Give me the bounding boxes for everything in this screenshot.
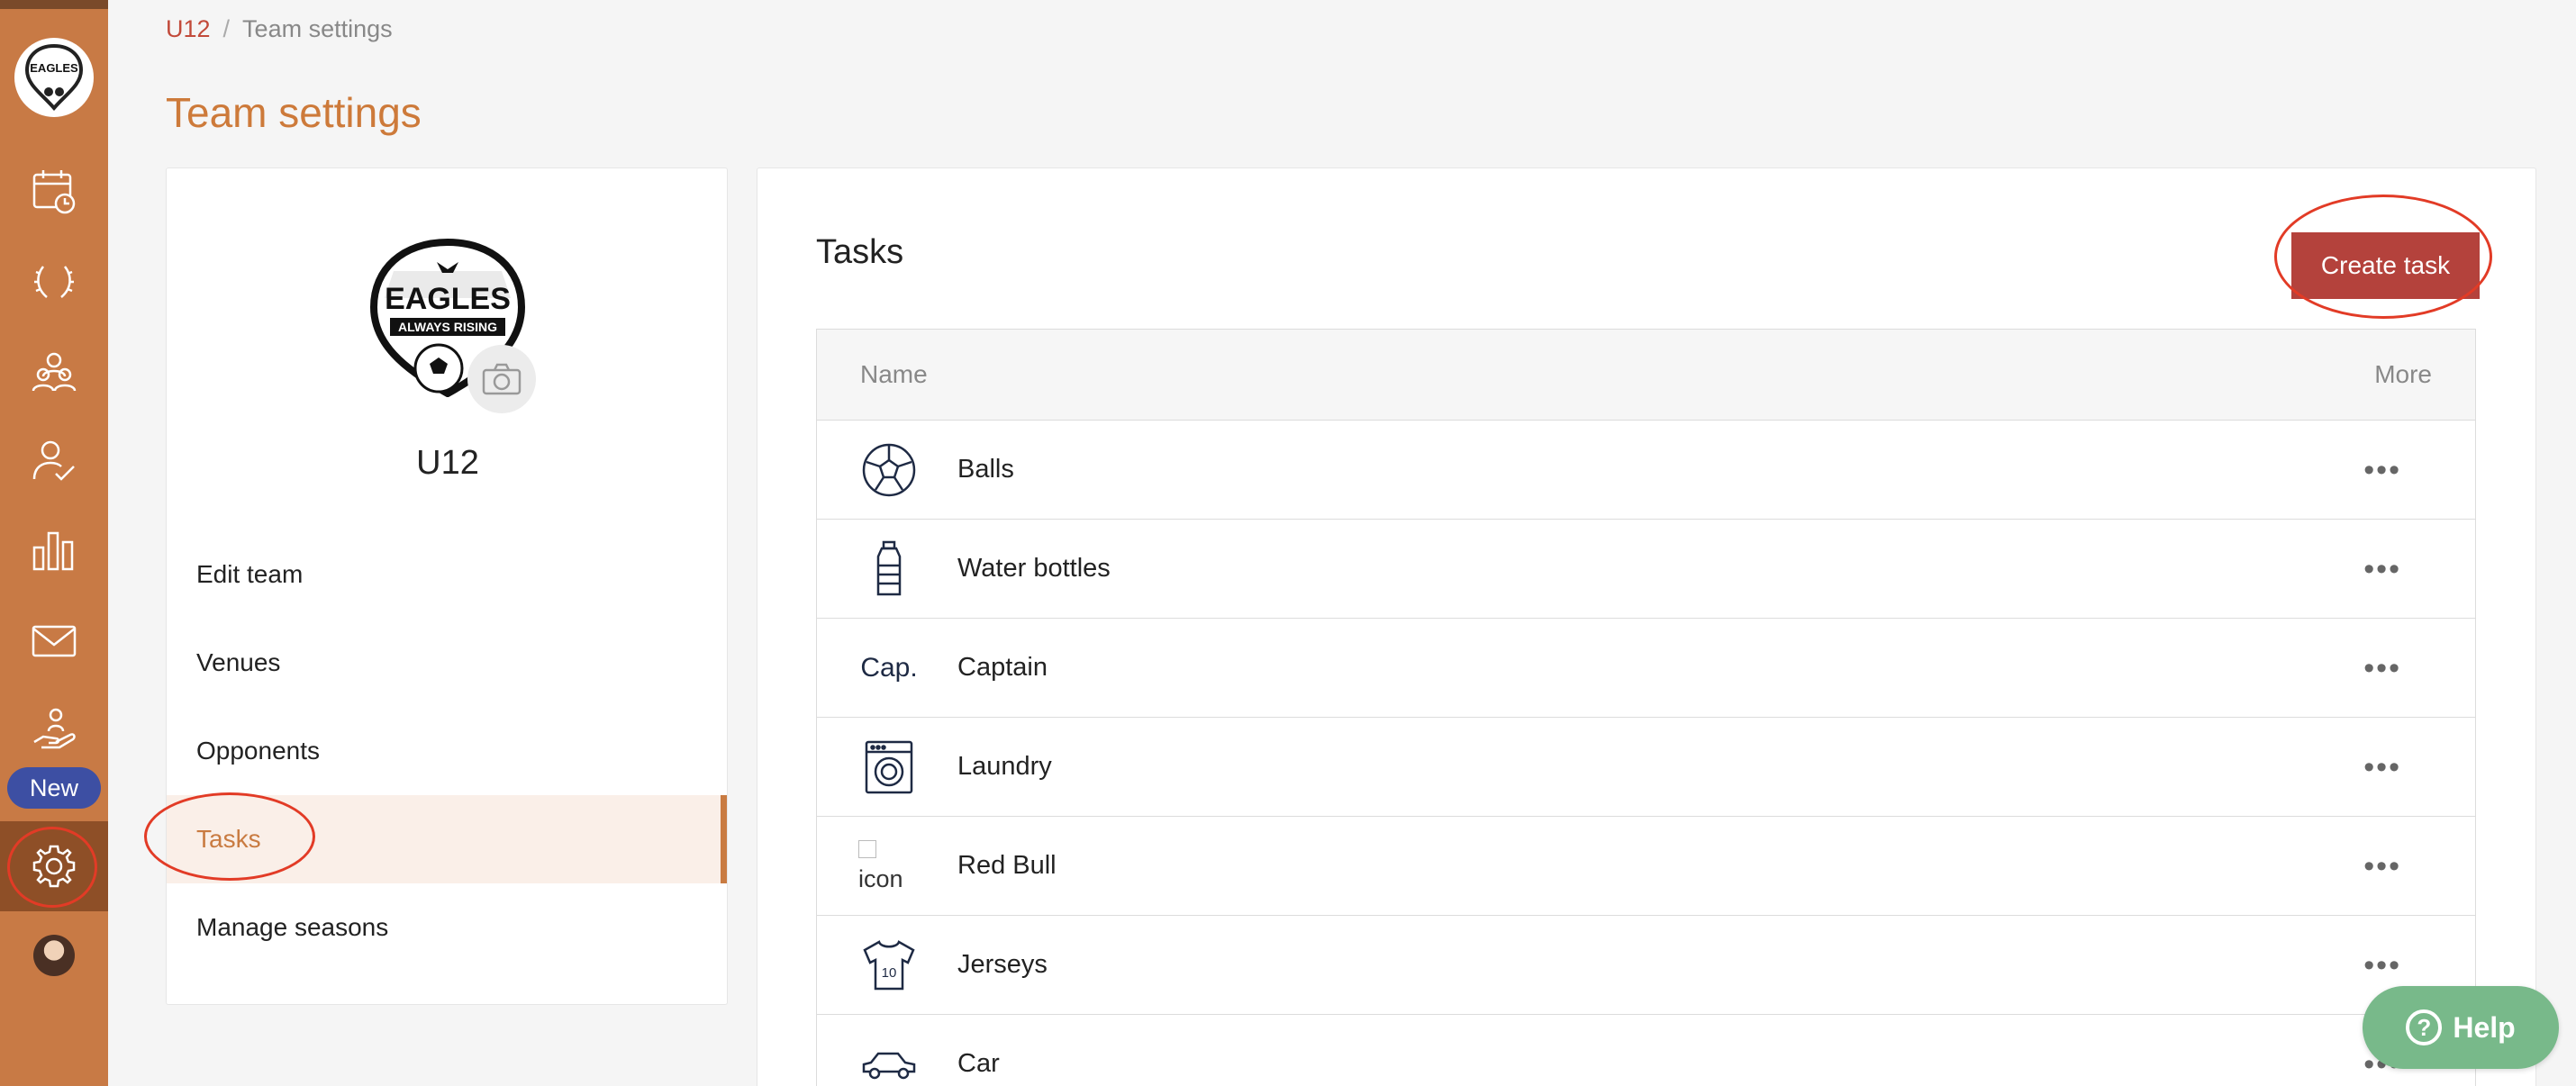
table-row[interactable]: Laundry ••• (817, 718, 2475, 817)
team-members-icon[interactable] (27, 344, 81, 398)
camera-icon (482, 363, 522, 395)
column-name: Name (860, 360, 928, 388)
tasks-table: Name More Balls ••• Water bottles ••• Ca… (816, 329, 2476, 1086)
tasks-title: Tasks (816, 233, 904, 271)
task-name: Water bottles (957, 554, 1111, 583)
badge-text: EAGLES (385, 282, 511, 316)
breadcrumb-team-link[interactable]: U12 (166, 15, 211, 42)
volunteer-hand-icon[interactable] (27, 702, 81, 756)
washing-machine-icon (858, 737, 920, 798)
svg-text:EAGLES: EAGLES (30, 61, 78, 75)
broken-image-icon: icon (858, 836, 920, 897)
new-badge[interactable]: New (7, 767, 101, 809)
stats-chart-icon[interactable] (27, 524, 81, 578)
mail-icon[interactable] (27, 614, 81, 668)
column-more: More (2374, 360, 2432, 388)
menu-opponents[interactable]: Opponents (167, 707, 727, 795)
water-bottle-icon (858, 538, 920, 600)
tasks-panel: Tasks Create task Name More Balls ••• Wa… (757, 167, 2536, 1086)
ball-icon (858, 439, 920, 501)
menu-edit-team[interactable]: Edit team (167, 530, 727, 619)
page-title: Team settings (166, 89, 422, 136)
svg-text:10: 10 (882, 965, 897, 981)
table-row[interactable]: icon Red Bull ••• (817, 817, 2475, 916)
calendar-clock-icon[interactable] (27, 164, 81, 218)
team-name: U12 (416, 444, 479, 482)
breadcrumb: U12 / Team settings (166, 15, 393, 43)
help-question-icon: ? (2406, 1009, 2443, 1045)
task-name: Balls (957, 455, 1014, 484)
help-label: Help (2453, 1010, 2516, 1044)
profile-avatar[interactable] (33, 935, 75, 976)
task-name: Red Bull (957, 851, 1057, 880)
breadcrumb-current: Team settings (242, 15, 393, 42)
more-menu-button[interactable]: ••• (2363, 752, 2401, 783)
task-name: Laundry (957, 752, 1052, 781)
more-menu-button[interactable]: ••• (2363, 653, 2401, 683)
table-row[interactable]: Cap. Captain ••• (817, 619, 2475, 718)
sidebar-rail: EAGLES New (0, 0, 108, 1086)
menu-manage-seasons[interactable]: Manage seasons (167, 883, 727, 972)
more-menu-button[interactable]: ••• (2363, 455, 2401, 485)
table-row[interactable]: Car ••• (817, 1015, 2475, 1086)
more-menu-button[interactable]: ••• (2363, 851, 2401, 882)
table-row[interactable]: Water bottles ••• (817, 520, 2475, 619)
laurel-icon[interactable] (27, 254, 81, 308)
captain-text-icon: Cap. (860, 653, 918, 683)
more-menu-button[interactable]: ••• (2363, 950, 2401, 981)
car-icon (858, 1034, 920, 1086)
table-row[interactable]: 10 Jerseys ••• (817, 916, 2475, 1015)
table-header: Name More (817, 330, 2475, 421)
annotation-circle-tasks (144, 792, 315, 881)
annotation-circle-settings (7, 827, 97, 908)
help-button[interactable]: ? Help (2363, 986, 2559, 1069)
task-name: Captain (957, 653, 1048, 682)
task-name: Car (957, 1049, 1000, 1078)
badge-subtext: ALWAYS RISING (398, 320, 497, 334)
table-row[interactable]: Balls ••• (817, 421, 2475, 520)
rail-top-strip (0, 0, 108, 9)
change-photo-button[interactable] (467, 345, 536, 413)
more-menu-button[interactable]: ••• (2363, 554, 2401, 584)
jersey-icon: 10 (858, 935, 920, 996)
attendance-check-icon[interactable] (27, 434, 81, 488)
annotation-circle-create-task (2274, 195, 2492, 319)
menu-venues[interactable]: Venues (167, 619, 727, 707)
breadcrumb-separator: / (222, 15, 231, 42)
team-logo[interactable]: EAGLES (14, 38, 94, 117)
task-name: Jerseys (957, 950, 1048, 979)
